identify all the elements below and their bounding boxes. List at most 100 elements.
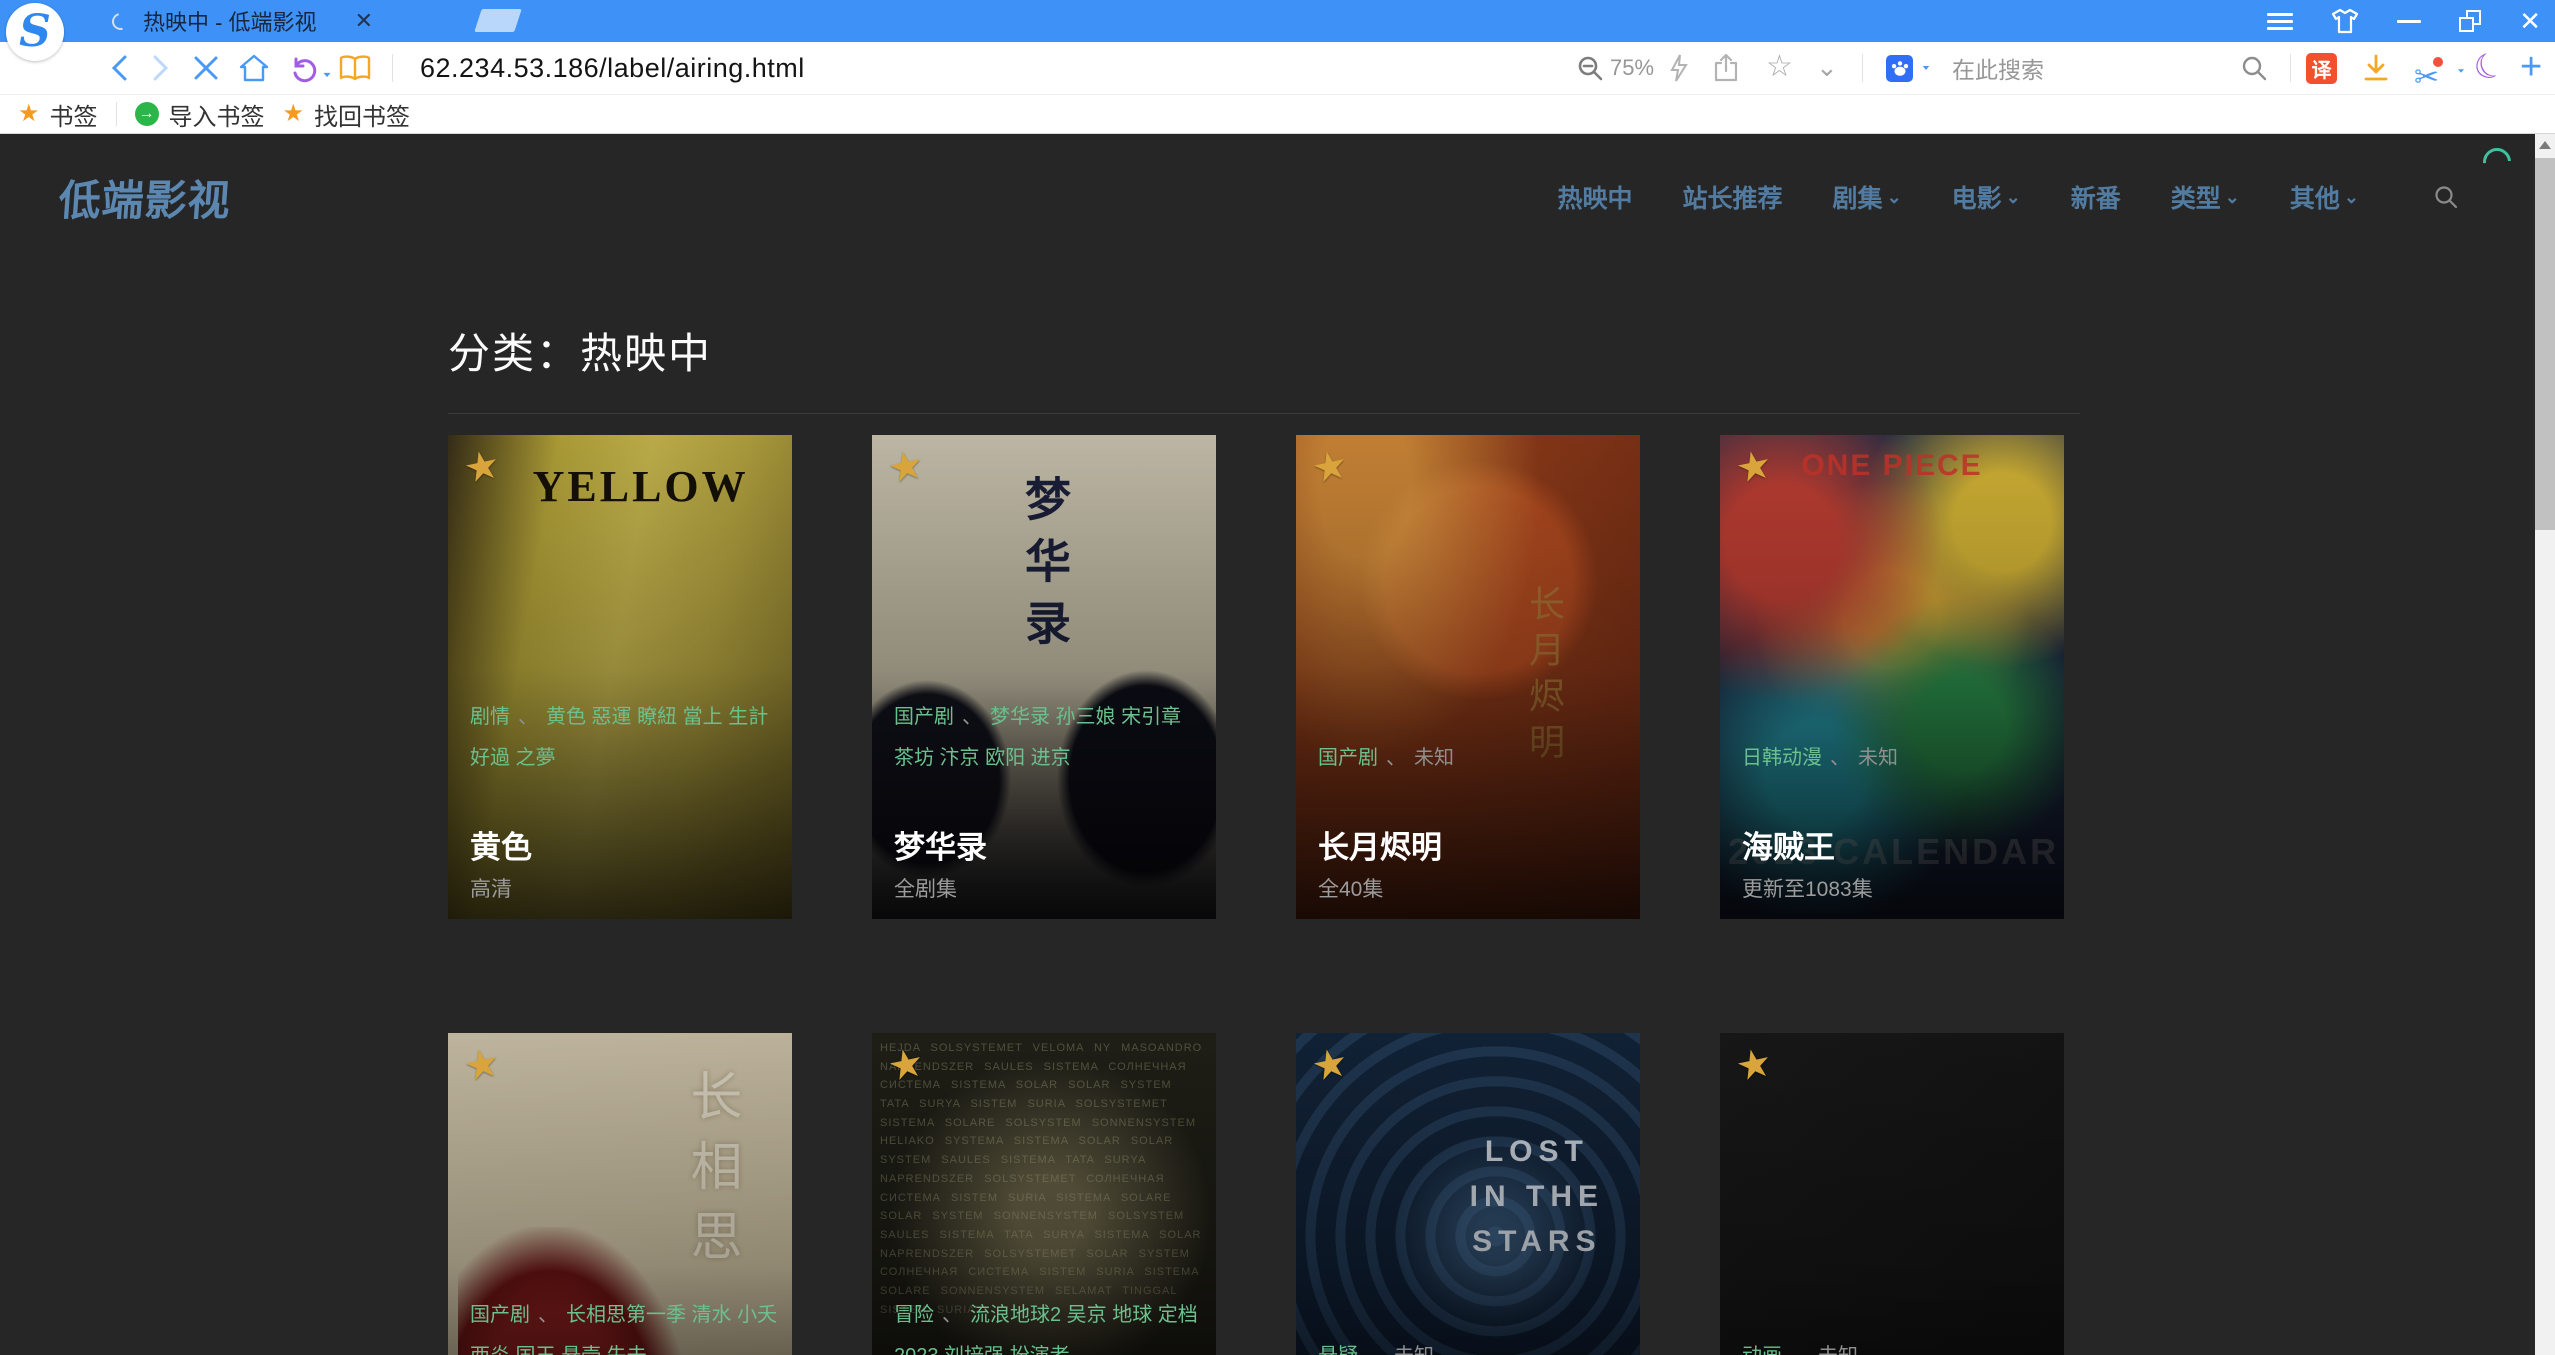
- nav-genres[interactable]: 类型⌄: [2171, 179, 2240, 215]
- zoom-level-label[interactable]: 75%: [1610, 55, 1654, 81]
- genre-tag[interactable]: 悬疑: [1318, 1345, 1358, 1355]
- page-title: 分类：热映中: [448, 320, 2080, 381]
- browser-titlebar: S 热映中 - 低端影视 ✕ ✕: [0, 0, 2555, 42]
- forward-button-icon[interactable]: [150, 53, 172, 83]
- star-badge-icon: ★: [460, 1042, 503, 1089]
- import-bookmarks-label: 导入书签: [169, 97, 265, 132]
- star-badge-icon: ★: [1732, 444, 1775, 491]
- bookmark-star-icon: ★: [18, 102, 40, 126]
- genre-tag[interactable]: 冒险: [894, 1304, 934, 1326]
- card-title[interactable]: 长月烬明: [1318, 822, 1442, 867]
- site-nav: 热映中 站长推荐 剧集⌄ 电影⌄ 新番 类型⌄ 其他⌄: [1558, 179, 2459, 215]
- browser-tab[interactable]: 热映中 - 低端影视 ✕: [112, 0, 432, 42]
- scrollbar-thumb[interactable]: [2535, 158, 2555, 530]
- stop-loading-icon[interactable]: [192, 54, 220, 82]
- night-mode-icon[interactable]: ☾: [2468, 45, 2510, 88]
- download-icon[interactable]: [2362, 53, 2390, 83]
- zoom-out-icon[interactable]: [1576, 54, 1604, 82]
- card-tags: 剧情、黄色 惡運 瞭紐 當上 生計 好過 之夢: [470, 697, 778, 779]
- star-badge-icon: ★: [884, 444, 927, 491]
- chevron-down-icon: ⌄: [2344, 187, 2359, 208]
- skin-theme-icon[interactable]: [2331, 8, 2359, 34]
- browser-toolbar: 62.234.53.186/label/airing.html 75% ☆ ⌄ …: [0, 42, 2555, 94]
- genre-tag[interactable]: 日韩动漫: [1742, 747, 1822, 769]
- undo-refresh-icon[interactable]: [288, 53, 318, 83]
- movie-card[interactable]: YELLOW ★ 剧情、黄色 惡運 瞭紐 當上 生計 好過 之夢 黄色 高清: [448, 435, 792, 919]
- movie-card[interactable]: ★ 动画、未知: [1720, 1033, 2064, 1355]
- card-subtitle: 全剧集: [894, 873, 957, 903]
- star-badge-icon: ★: [884, 1042, 927, 1089]
- nav-series[interactable]: 剧集⌄: [1833, 179, 1902, 215]
- card-tags: 冒险、流浪地球2 吴京 地球 定档 2023 刘培强 扮演者: [894, 1295, 1202, 1355]
- address-bar-url[interactable]: 62.234.53.186/label/airing.html: [420, 53, 805, 84]
- tab-close-icon[interactable]: ✕: [355, 10, 373, 32]
- card-title[interactable]: 海贼王: [1742, 822, 1835, 867]
- speed-lightning-icon[interactable]: [1668, 53, 1690, 83]
- nav-recommend[interactable]: 站长推荐: [1683, 179, 1783, 215]
- favorites-dropdown-icon[interactable]: ⌄: [1816, 54, 1838, 80]
- divider: [448, 413, 2080, 414]
- tab-loading-spinner-icon: [109, 9, 132, 32]
- genre-tag[interactable]: 国产剧: [470, 1304, 530, 1326]
- card-title[interactable]: 黄色: [470, 822, 532, 867]
- scissors-dropdown-icon[interactable]: [2456, 68, 2466, 74]
- undo-dropdown-icon[interactable]: [322, 72, 332, 78]
- favorite-star-icon[interactable]: ☆: [1766, 52, 1793, 82]
- genre-tag[interactable]: 国产剧: [894, 706, 954, 728]
- minimize-button[interactable]: [2397, 20, 2421, 23]
- screenshot-scissors-button[interactable]: ✂: [2414, 63, 2439, 93]
- nav-movies[interactable]: 电影⌄: [1952, 179, 2021, 215]
- site-logo[interactable]: 低端影视: [57, 167, 233, 228]
- recover-bookmarks-item[interactable]: ★ 找回书签: [283, 97, 411, 132]
- card-tags: 国产剧、长相思第一季 清水 小夭 西炎 国王 悬壶 失去: [470, 1295, 778, 1355]
- movie-card[interactable]: 长月烬明 ★ 国产剧、未知 长月烬明 全40集: [1296, 435, 1640, 919]
- toolbar-separator: [1862, 54, 1863, 82]
- close-button[interactable]: ✕: [2519, 8, 2541, 34]
- nav-new-anime[interactable]: 新番: [2071, 179, 2121, 215]
- keyword-tags: 未知: [1818, 1345, 1858, 1355]
- genre-tag[interactable]: 动画: [1742, 1345, 1782, 1355]
- card-tags: 动画、未知: [1742, 1336, 2050, 1355]
- nav-others[interactable]: 其他⌄: [2290, 179, 2359, 215]
- genre-tag[interactable]: 剧情: [470, 706, 510, 728]
- toolbar-separator: [2290, 54, 2291, 82]
- share-icon[interactable]: [1712, 53, 1740, 83]
- restore-button[interactable]: [2459, 10, 2481, 32]
- scrollbar-up-arrow[interactable]: [2535, 134, 2555, 156]
- webpage-viewport: 低端影视 热映中 站长推荐 剧集⌄ 电影⌄ 新番 类型⌄ 其他⌄ 分类：热映中 …: [0, 134, 2555, 1355]
- sogou-browser-logo[interactable]: S: [6, 3, 64, 61]
- search-engine-selector[interactable]: [1886, 55, 1931, 82]
- recover-bookmarks-label: 找回书签: [314, 97, 410, 132]
- back-button-icon[interactable]: [108, 53, 130, 83]
- movie-card[interactable]: 长相思 ★ 国产剧、长相思第一季 清水 小夭 西炎 国王 悬壶 失去: [448, 1033, 792, 1355]
- genre-tag[interactable]: 国产剧: [1318, 747, 1378, 769]
- chevron-down-icon: ⌄: [2225, 187, 2240, 208]
- card-tags: 国产剧、未知: [1318, 738, 1626, 779]
- movie-card[interactable]: HEJDA SOLSYSTEMET VELOMA NY MASOANDRO NA…: [872, 1033, 1216, 1355]
- movie-card[interactable]: 梦华录 ★ 国产剧、梦华录 孙三娘 宋引章 茶坊 汴京 欧阳 进京 梦华录 全剧…: [872, 435, 1216, 919]
- movie-card[interactable]: ONE PIECE 2023 CALENDAR ★ 日韩动漫、未知 海贼王 更新…: [1720, 435, 2064, 919]
- keyword-tags: 未知: [1858, 747, 1898, 769]
- browser-menu-icon[interactable]: [2267, 9, 2293, 34]
- star-badge-icon: ★: [1308, 444, 1351, 491]
- add-extension-icon[interactable]: +: [2520, 48, 2542, 86]
- movie-card[interactable]: LOST IN THE STARS ★ 悬疑、未知: [1296, 1033, 1640, 1355]
- movie-card-grid: YELLOW ★ 剧情、黄色 惡運 瞭紐 當上 生計 好過 之夢 黄色 高清 梦…: [448, 435, 2080, 1355]
- card-subtitle: 全40集: [1318, 873, 1383, 903]
- new-tab-button[interactable]: [474, 9, 521, 32]
- site-search-icon[interactable]: [2433, 184, 2459, 210]
- card-title[interactable]: 梦华录: [894, 822, 987, 867]
- nav-airing[interactable]: 热映中: [1558, 179, 1633, 215]
- chevron-down-icon: ⌄: [1887, 187, 1902, 208]
- star-badge-icon: ★: [460, 444, 503, 491]
- import-arrow-icon: →: [135, 102, 159, 126]
- page-scrollbar[interactable]: [2535, 134, 2555, 1355]
- import-bookmarks-item[interactable]: → 导入书签: [135, 97, 265, 132]
- translate-button[interactable]: 译: [2306, 53, 2337, 84]
- search-submit-icon[interactable]: [2240, 54, 2268, 82]
- search-input[interactable]: 在此搜索: [1952, 51, 2044, 85]
- reader-mode-icon[interactable]: [338, 54, 372, 82]
- bookmark-item[interactable]: ★ 书签: [18, 97, 98, 132]
- bookmark-star-icon: ★: [283, 102, 305, 126]
- home-button-icon[interactable]: [238, 53, 270, 83]
